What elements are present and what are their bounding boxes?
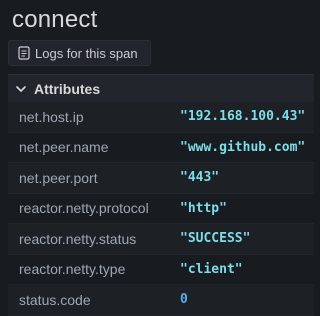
- attribute-row: reactor.netty.status "SUCCESS": [8, 224, 314, 255]
- logs-button-label: Logs for this span: [35, 45, 138, 61]
- attribute-value: "SUCCESS": [180, 231, 251, 247]
- document-lines-icon: [18, 46, 30, 60]
- attribute-key: reactor.netty.status: [19, 230, 137, 247]
- attribute-value: 0: [180, 292, 188, 308]
- attribute-value: "443": [180, 170, 220, 186]
- attribute-key: status.code: [19, 291, 91, 308]
- attribute-key: net.host.ip: [19, 108, 84, 125]
- attribute-key: reactor.netty.protocol: [19, 200, 149, 217]
- attribute-key: net.peer.name: [19, 139, 109, 156]
- chevron-down-icon: [16, 86, 26, 92]
- attributes-section-toggle[interactable]: Attributes: [8, 74, 314, 103]
- logs-for-span-button[interactable]: Logs for this span: [8, 40, 151, 66]
- attribute-key: reactor.netty.type: [19, 261, 126, 278]
- attribute-row: net.host.ip "192.168.100.43": [8, 102, 314, 133]
- attribute-row: reactor.netty.protocol "http": [8, 194, 314, 224]
- attribute-value: "client": [180, 261, 243, 277]
- attributes-header-label: Attributes: [34, 81, 101, 97]
- attribute-row: reactor.netty.type "client": [8, 255, 314, 285]
- attribute-value: "192.168.100.43": [180, 109, 306, 125]
- attribute-value: "www.github.com": [180, 139, 306, 155]
- attributes-table: net.host.ip "192.168.100.43" net.peer.na…: [8, 102, 314, 316]
- attribute-value: "http": [180, 200, 227, 216]
- attribute-row: status.code 0: [8, 285, 314, 316]
- attribute-row: net.peer.port "443": [8, 163, 314, 194]
- attribute-key: net.peer.port: [19, 169, 98, 186]
- span-title: connect: [12, 6, 98, 33]
- attribute-row: net.peer.name "www.github.com": [8, 133, 314, 163]
